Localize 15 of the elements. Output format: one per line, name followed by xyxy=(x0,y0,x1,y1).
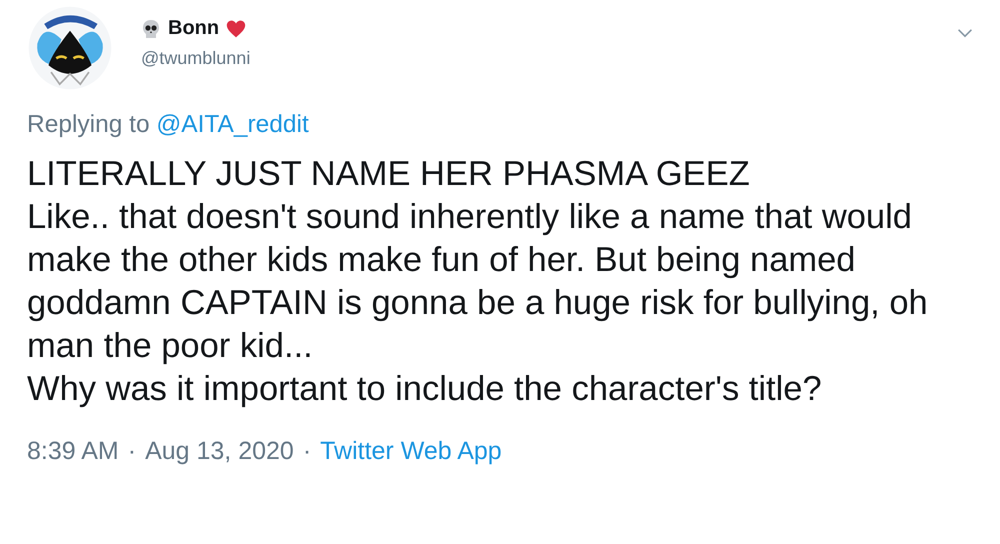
tweet-date: Aug 13, 2020 xyxy=(145,437,294,466)
tweet-time: 8:39 AM xyxy=(27,437,119,466)
tweet-text: Why was it important to include the character's title? xyxy=(27,369,823,410)
replying-to-text: Replying to @AITA_reddit xyxy=(27,111,310,139)
author-name[interactable]: Bonn xyxy=(168,17,220,40)
separator-dot: · xyxy=(128,437,136,466)
chevron-down-icon[interactable] xyxy=(957,28,973,38)
reply-handle-link[interactable]: @AITA_reddit xyxy=(156,111,309,138)
heart-icon xyxy=(226,18,246,38)
source-link[interactable]: Twitter Web App xyxy=(320,437,502,466)
tweet-text: LITERALLY JUST NAME HER PHASMA GEEZ xyxy=(27,154,751,195)
separator-dot: · xyxy=(302,437,312,466)
skull-icon xyxy=(141,18,161,38)
author-handle[interactable]: @twumblunni xyxy=(141,48,250,69)
tweet-text: Like.. that doesn't sound inherently like a name that would make the other kids make fun of her. But being named goddamn CAPTAIN is gonna be a huge risk for bullying, oh man the poor kid... xyxy=(27,197,929,367)
